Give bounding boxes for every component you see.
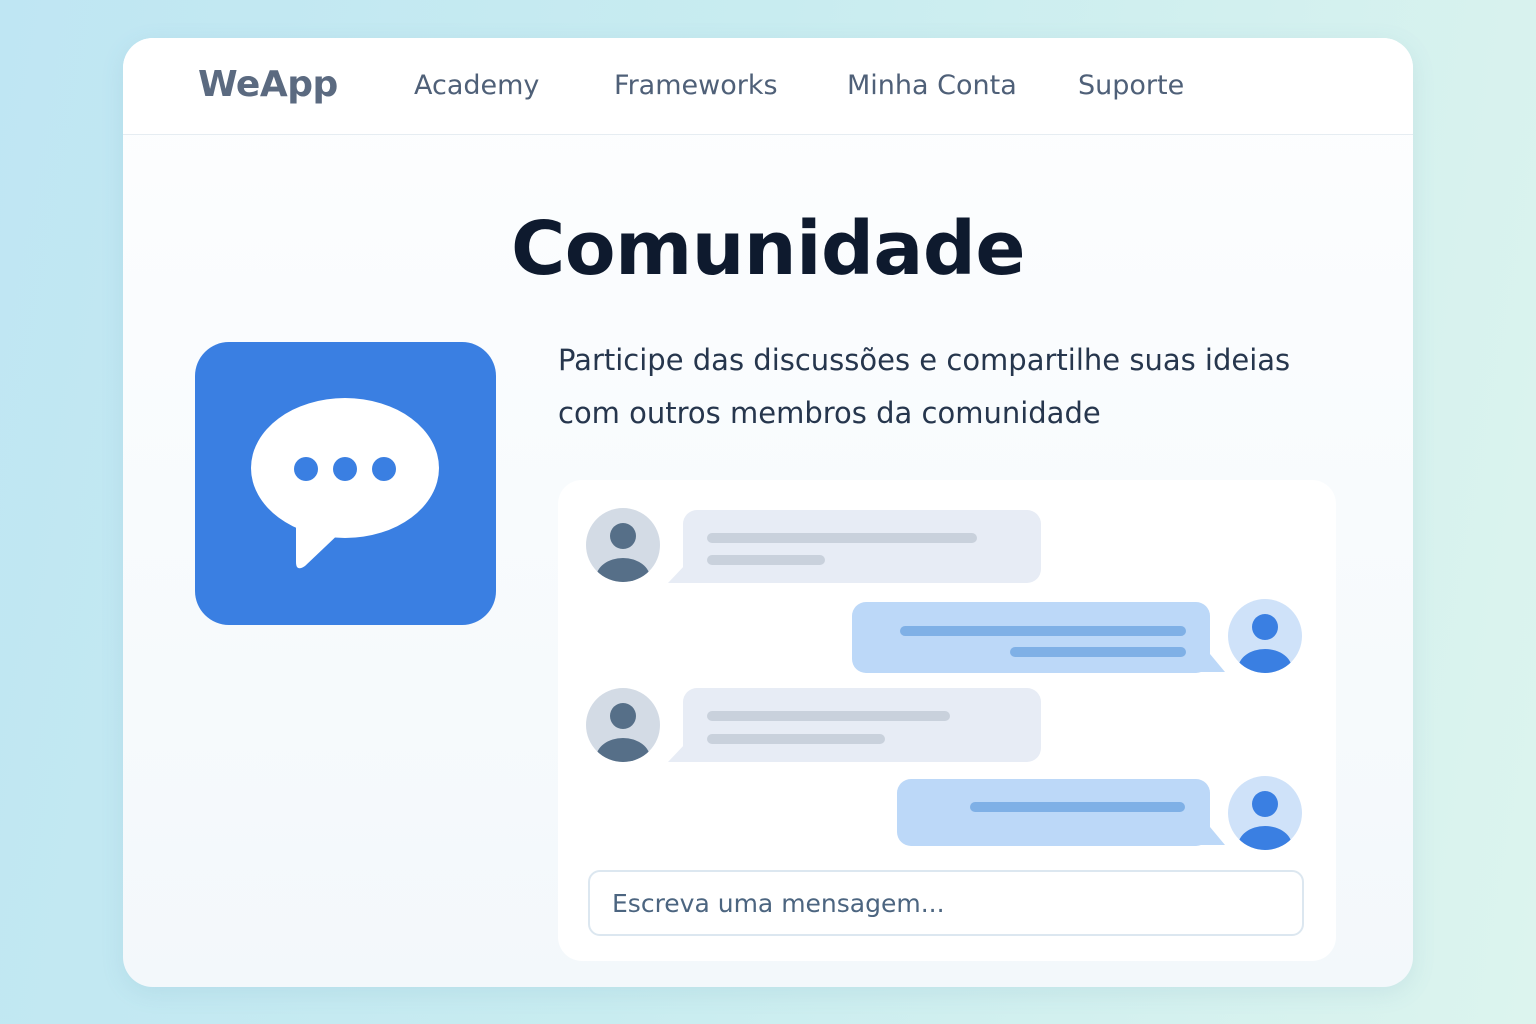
page-description: Participe das discussões e compartilhe s… [558, 343, 1291, 430]
message-text-placeholder [900, 626, 1186, 636]
user-avatar-icon [586, 688, 660, 762]
message-text-placeholder [707, 533, 977, 543]
incoming-message-bubble [683, 510, 1041, 583]
user-avatar-icon [1228, 776, 1302, 850]
outgoing-message-bubble [852, 602, 1210, 673]
nav-link-suporte[interactable]: Suporte [1078, 70, 1184, 101]
nav-link-academy[interactable]: Academy [414, 70, 539, 101]
incoming-message-bubble [683, 688, 1041, 762]
top-navbar: WeApp Academy Frameworks Minha Conta Sup… [123, 38, 1413, 135]
nav-link-minha-conta[interactable]: Minha Conta [847, 70, 1017, 101]
brand-logo[interactable]: WeApp [198, 64, 338, 105]
user-avatar-icon [1228, 599, 1302, 673]
message-text-placeholder [707, 711, 950, 721]
outgoing-message-bubble [897, 779, 1210, 846]
chat-preview-panel [558, 480, 1336, 961]
page-title: Comunidade [510, 206, 1026, 292]
user-avatar-icon [586, 508, 660, 582]
bubble-tail [1198, 827, 1225, 845]
chat-bubble-icon [195, 342, 496, 625]
message-text-placeholder [1010, 647, 1186, 657]
bubble-tail [668, 743, 698, 762]
bubble-tail [1198, 654, 1225, 672]
message-text-placeholder [970, 802, 1185, 812]
message-text-placeholder [707, 734, 885, 744]
main-card: WeApp Academy Frameworks Minha Conta Sup… [123, 38, 1413, 987]
message-text-placeholder [707, 555, 825, 565]
bubble-tail [668, 564, 698, 583]
nav-link-frameworks[interactable]: Frameworks [614, 70, 778, 101]
message-input[interactable] [588, 870, 1304, 936]
